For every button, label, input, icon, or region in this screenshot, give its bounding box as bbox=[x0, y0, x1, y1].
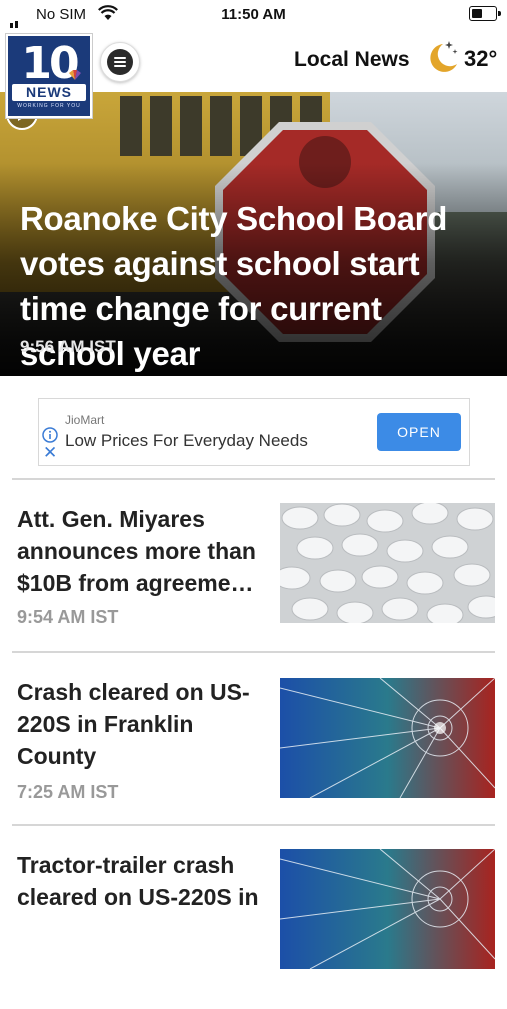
story-time: 7:25 AM IST bbox=[17, 782, 119, 802]
story-time: 9:54 AM IST bbox=[17, 607, 119, 627]
divider bbox=[12, 824, 495, 826]
peacock-icon bbox=[69, 70, 81, 80]
story-item[interactable]: Tractor-trailer crash cleared on US-220S… bbox=[0, 849, 507, 1009]
temperature[interactable]: 32° bbox=[464, 46, 497, 72]
clock: 11:50 AM bbox=[221, 6, 286, 23]
ad-brand: JioMart bbox=[65, 413, 105, 427]
story-title[interactable]: Tractor-trailer crash cleared on US-220S… bbox=[17, 849, 262, 913]
story-thumbnail-broken-glass[interactable] bbox=[280, 678, 495, 798]
divider bbox=[12, 651, 495, 653]
station-logo[interactable]: 10 NEWS WORKING FOR YOU bbox=[6, 34, 92, 118]
story-item[interactable]: Att. Gen. Miyares announces more than $1… bbox=[0, 503, 507, 663]
logo-tagline: WORKING FOR YOU bbox=[17, 103, 81, 109]
divider bbox=[12, 478, 495, 480]
story-thumbnail-pills[interactable] bbox=[280, 503, 495, 623]
story-title[interactable]: Crash cleared on US-220S in Franklin Cou… bbox=[17, 676, 262, 772]
logo-number: 10 bbox=[21, 38, 79, 89]
close-icon[interactable]: ✕ bbox=[43, 443, 57, 463]
battery-icon bbox=[469, 6, 501, 21]
info-icon[interactable] bbox=[42, 427, 58, 443]
ad-tagline: Low Prices For Everyday Needs bbox=[65, 431, 308, 450]
hero-story[interactable]: Roanoke City School Board votes against … bbox=[0, 92, 507, 376]
app-header: 10 NEWS WORKING FOR YOU Local News 32° bbox=[0, 30, 507, 118]
story-item[interactable]: Crash cleared on US-220S in Franklin Cou… bbox=[0, 676, 507, 836]
story-title[interactable]: Att. Gen. Miyares announces more than $1… bbox=[17, 503, 262, 599]
story-thumbnail-broken-glass[interactable] bbox=[280, 849, 495, 969]
ad-open-button[interactable]: OPEN bbox=[377, 413, 461, 451]
ad-banner[interactable]: ✕ JioMart Low Prices For Everyday Needs … bbox=[38, 398, 470, 466]
menu-button[interactable] bbox=[100, 42, 140, 82]
logo-text: NEWS bbox=[12, 84, 86, 101]
hero-timestamp: 9:56 AM IST bbox=[20, 337, 116, 356]
hamburger-icon bbox=[107, 49, 133, 75]
section-title: Local News bbox=[294, 48, 410, 71]
moon-stars-icon[interactable] bbox=[421, 38, 461, 78]
status-bar: No SIM 11:50 AM bbox=[0, 0, 507, 30]
